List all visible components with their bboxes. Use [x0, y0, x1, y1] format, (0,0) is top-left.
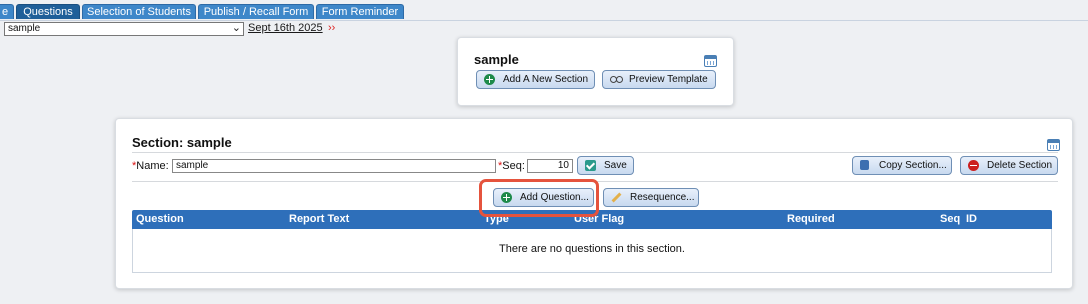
column-seq[interactable]: Seq	[940, 213, 960, 225]
divider	[132, 152, 1058, 153]
section-seq-input[interactable]: 10	[527, 159, 573, 173]
tab-previous[interactable]: e	[0, 4, 14, 19]
column-report-text[interactable]: Report Text	[289, 213, 349, 225]
template-card: sample Add A New Section Preview Templat…	[457, 37, 734, 106]
form-date-link[interactable]: Sept 16th 2025	[248, 22, 323, 34]
save-label: Save	[604, 160, 627, 171]
save-button[interactable]: Save	[577, 156, 634, 175]
preview-template-label: Preview Template	[629, 74, 708, 85]
highlight-box	[479, 179, 599, 217]
tab-questions[interactable]: Questions	[16, 4, 80, 19]
add-new-section-button[interactable]: Add A New Section	[476, 70, 595, 89]
preview-template-button[interactable]: Preview Template	[602, 70, 716, 89]
tab-bar: e Questions Selection of Students Publis…	[0, 0, 1088, 21]
delete-icon	[968, 160, 979, 171]
seq-label: *Seq:	[498, 160, 525, 172]
chevron-down-icon: ⌄	[231, 22, 241, 34]
questions-table-body: There are no questions in this section.	[132, 229, 1052, 273]
next-arrows-icon[interactable]: ››	[328, 22, 335, 34]
template-title: sample	[474, 52, 519, 67]
section-title: Section: sample	[132, 135, 232, 150]
copy-section-button[interactable]: Copy Section...	[852, 156, 952, 175]
resequence-button[interactable]: Resequence...	[603, 188, 699, 207]
save-check-icon	[585, 160, 596, 171]
add-icon	[484, 74, 495, 85]
copy-section-label: Copy Section...	[879, 160, 947, 171]
delete-section-button[interactable]: Delete Section	[960, 156, 1058, 175]
tab-publish-recall-form[interactable]: Publish / Recall Form	[198, 4, 314, 19]
calendar-icon[interactable]	[704, 55, 717, 67]
add-new-section-label: Add A New Section	[503, 74, 589, 85]
column-required[interactable]: Required	[787, 213, 835, 225]
delete-section-label: Delete Section	[987, 160, 1053, 171]
form-select[interactable]: sample ⌄	[4, 22, 244, 36]
copy-icon	[860, 160, 869, 170]
resequence-label: Resequence...	[630, 192, 695, 203]
column-question[interactable]: Question	[136, 213, 184, 225]
tab-form-reminder[interactable]: Form Reminder	[316, 4, 404, 19]
section-name-input[interactable]: sample	[172, 159, 496, 173]
binoculars-icon	[610, 76, 623, 83]
column-id[interactable]: ID	[966, 213, 977, 225]
calendar-icon[interactable]	[1047, 139, 1060, 151]
empty-message: There are no questions in this section.	[499, 243, 685, 255]
tab-selection-of-students[interactable]: Selection of Students	[82, 4, 196, 19]
form-select-value: sample	[8, 23, 41, 34]
pencil-icon	[611, 192, 622, 203]
name-label: *Name:	[132, 160, 169, 172]
